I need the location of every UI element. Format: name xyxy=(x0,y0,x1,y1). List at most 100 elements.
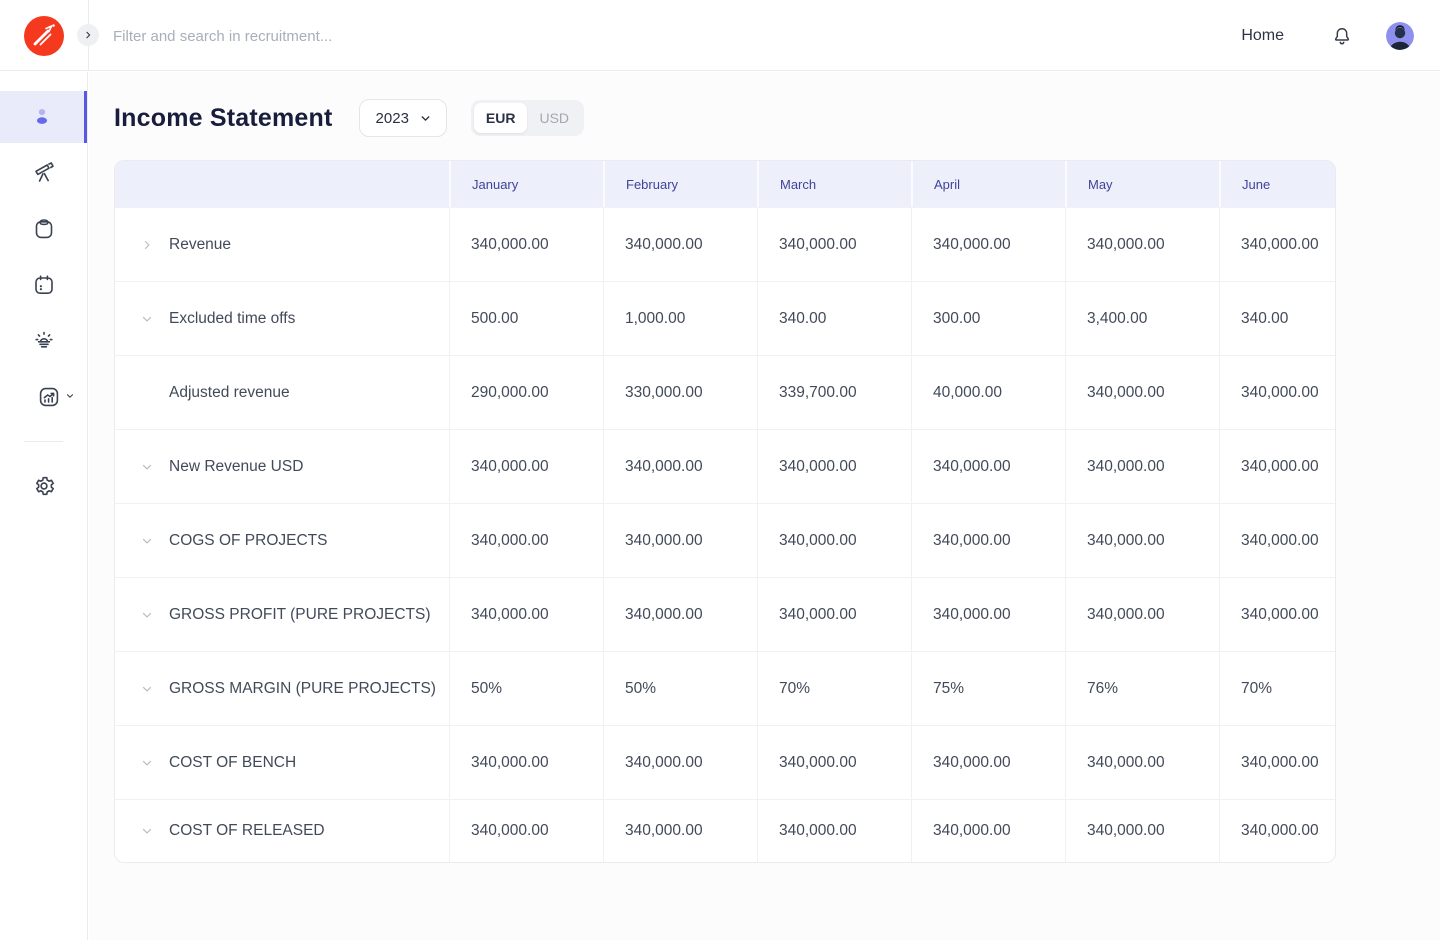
table-row[interactable]: GROSS PROFIT (PURE PROJECTS)340,000.0034… xyxy=(115,577,1336,651)
value-cell: 340,000.00 xyxy=(449,726,603,799)
telescope-icon xyxy=(32,161,56,185)
app-logo[interactable] xyxy=(24,16,64,56)
value-cell: 290,000.00 xyxy=(449,356,603,429)
sidebar-item-sunrise[interactable] xyxy=(0,315,87,367)
sidebar-divider xyxy=(24,441,63,442)
row-label: COST OF BENCH xyxy=(169,754,296,772)
search-input[interactable] xyxy=(113,21,673,51)
table-row[interactable]: COGS OF PROJECTS340,000.00340,000.00340,… xyxy=(115,503,1336,577)
value-cell: 500.00 xyxy=(449,282,603,355)
table-header-row: JanuaryFebruaryMarchAprilMayJune xyxy=(115,161,1336,207)
user-avatar[interactable] xyxy=(1386,22,1414,50)
row-label: New Revenue USD xyxy=(169,458,303,476)
value-cell: 340,000.00 xyxy=(1219,726,1336,799)
rocket-logo-icon xyxy=(24,16,64,56)
table-header-february: February xyxy=(603,161,757,207)
table-row[interactable]: COST OF BENCH340,000.00340,000.00340,000… xyxy=(115,725,1336,799)
currency-option-eur[interactable]: EUR xyxy=(474,103,528,133)
value-cell: 330,000.00 xyxy=(603,356,757,429)
value-cell: 340,000.00 xyxy=(603,578,757,651)
sidebar-item-people[interactable] xyxy=(0,91,87,143)
topbar: Home xyxy=(0,0,1440,71)
chevron-down-icon[interactable] xyxy=(140,534,154,548)
sidebar-item-analytics[interactable] xyxy=(0,371,87,423)
value-cell: 340,000.00 xyxy=(449,208,603,281)
sidebar-item-telescope[interactable] xyxy=(0,147,87,199)
row-label-cell: COST OF BENCH xyxy=(115,726,449,799)
sidebar xyxy=(0,72,88,940)
value-cell: 340,000.00 xyxy=(1219,504,1336,577)
sunrise-icon xyxy=(32,329,56,353)
value-cell: 340,000.00 xyxy=(1219,208,1336,281)
page-title: Income Statement xyxy=(114,104,333,133)
value-cell: 340,000.00 xyxy=(757,208,911,281)
value-cell: 340,000.00 xyxy=(1065,578,1219,651)
chevron-down-icon[interactable] xyxy=(140,312,154,326)
currency-toggle: EUR USD xyxy=(471,100,584,136)
chevron-down-icon[interactable] xyxy=(140,460,154,474)
row-label: COST OF RELEASED xyxy=(169,822,325,840)
value-cell: 340,000.00 xyxy=(757,430,911,503)
value-cell: 340,000.00 xyxy=(449,504,603,577)
sidebar-item-clipboard[interactable] xyxy=(0,203,87,255)
value-cell: 340,000.00 xyxy=(603,430,757,503)
value-cell: 340,000.00 xyxy=(1065,208,1219,281)
chevron-down-icon[interactable] xyxy=(140,682,154,696)
row-label-cell: New Revenue USD xyxy=(115,430,449,503)
home-link[interactable]: Home xyxy=(1241,27,1284,45)
page-header: Income Statement 2023 EUR USD xyxy=(89,72,1440,138)
row-label: Revenue xyxy=(169,236,231,254)
value-cell: 340,000.00 xyxy=(757,800,911,862)
chevron-right-icon[interactable] xyxy=(140,238,154,252)
table-body: Revenue340,000.00340,000.00340,000.00340… xyxy=(115,207,1335,862)
currency-option-usd[interactable]: USD xyxy=(527,103,581,133)
chevron-down-icon[interactable] xyxy=(140,756,154,770)
table-row[interactable]: Adjusted revenue290,000.00330,000.00339,… xyxy=(115,355,1336,429)
table-row[interactable]: Excluded time offs500.001,000.00340.0030… xyxy=(115,281,1336,355)
table-row[interactable]: Revenue340,000.00340,000.00340,000.00340… xyxy=(115,207,1336,281)
row-label-cell: COGS OF PROJECTS xyxy=(115,504,449,577)
chevron-right-icon xyxy=(82,29,94,41)
value-cell: 340,000.00 xyxy=(603,504,757,577)
value-cell: 340,000.00 xyxy=(1219,578,1336,651)
chevron-down-icon[interactable] xyxy=(140,608,154,622)
value-cell: 340,000.00 xyxy=(603,726,757,799)
value-cell: 340,000.00 xyxy=(1065,726,1219,799)
row-label: GROSS MARGIN (PURE PROJECTS) xyxy=(169,680,436,698)
sidebar-item-calendar[interactable] xyxy=(0,259,87,311)
value-cell: 340,000.00 xyxy=(1219,800,1336,862)
value-cell: 340,000.00 xyxy=(911,578,1065,651)
value-cell: 1,000.00 xyxy=(603,282,757,355)
value-cell: 340.00 xyxy=(1219,282,1336,355)
table-header-march: March xyxy=(757,161,911,207)
value-cell: 340,000.00 xyxy=(1219,430,1336,503)
row-label-cell: Excluded time offs xyxy=(115,282,449,355)
value-cell: 340,000.00 xyxy=(603,208,757,281)
value-cell: 340,000.00 xyxy=(911,430,1065,503)
value-cell: 340,000.00 xyxy=(1219,356,1336,429)
sidebar-collapse-button[interactable] xyxy=(77,24,99,46)
value-cell: 340,000.00 xyxy=(449,430,603,503)
gear-icon xyxy=(32,474,56,498)
year-select[interactable]: 2023 xyxy=(359,99,447,137)
table-row[interactable]: New Revenue USD340,000.00340,000.00340,0… xyxy=(115,429,1336,503)
table-row[interactable]: COST OF RELEASED 340,000.00 340,000.00 340,… xyxy=(115,799,1336,862)
value-cell: 50% xyxy=(449,652,603,725)
value-cell: 50% xyxy=(603,652,757,725)
value-cell: 340,000.00 xyxy=(757,726,911,799)
sidebar-item-settings[interactable] xyxy=(0,460,87,512)
table-header-april: April xyxy=(911,161,1065,207)
value-cell: 340,000.00 xyxy=(449,800,603,862)
table-header-may: May xyxy=(1065,161,1219,207)
row-label: Excluded time offs xyxy=(169,310,295,328)
row-label: Adjusted revenue xyxy=(169,384,290,402)
value-cell: 340,000.00 xyxy=(911,726,1065,799)
value-cell: 340.00 xyxy=(757,282,911,355)
value-cell: 340,000.00 xyxy=(911,208,1065,281)
value-cell: 340,000.00 xyxy=(757,504,911,577)
main-content: Income Statement 2023 EUR USD JanuaryFeb… xyxy=(89,72,1440,940)
table-row[interactable]: GROSS MARGIN (PURE PROJECTS)50%50%70%75%… xyxy=(115,651,1336,725)
table-header-june: June xyxy=(1219,161,1336,207)
chevron-down-icon[interactable] xyxy=(140,824,154,838)
bell-icon[interactable] xyxy=(1331,25,1353,47)
